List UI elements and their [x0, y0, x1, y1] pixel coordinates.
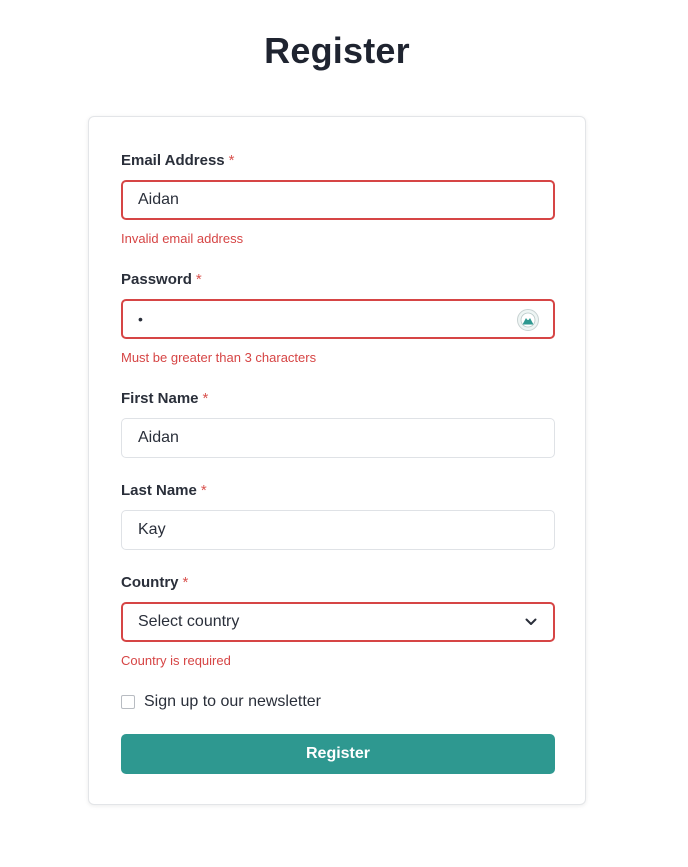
- register-form-card: Email Address * Aidan Invalid email addre…: [88, 116, 586, 805]
- email-field[interactable]: Aidan: [121, 180, 555, 220]
- password-field-value: •: [138, 311, 143, 327]
- email-field-value: Aidan: [138, 191, 179, 208]
- last-name-label: Last Name *: [121, 482, 207, 499]
- first-name-required-mark: *: [202, 390, 209, 407]
- email-label-text: Email Address: [121, 152, 225, 169]
- last-name-field[interactable]: Kay: [121, 510, 555, 550]
- page-title: Register: [264, 30, 410, 71]
- email-label: Email Address *: [121, 152, 235, 169]
- country-select-value: Select country: [138, 613, 240, 630]
- country-required-mark: *: [182, 574, 189, 591]
- first-name-label-text: First Name: [121, 390, 199, 407]
- password-required-mark: *: [195, 271, 202, 288]
- password-error-message: Must be greater than 3 characters: [121, 350, 317, 365]
- first-name-field[interactable]: Aidan: [121, 418, 555, 458]
- last-name-required-mark: *: [200, 482, 207, 499]
- country-error-message: Country is required: [121, 653, 231, 668]
- country-select[interactable]: Select country: [121, 602, 555, 642]
- email-required-mark: *: [228, 152, 235, 169]
- password-manager-icon[interactable]: [517, 309, 539, 331]
- newsletter-option[interactable]: Sign up to our newsletter: [121, 693, 321, 711]
- email-error-message: Invalid email address: [121, 231, 244, 246]
- chevron-down-icon: [524, 615, 538, 629]
- register-page: Register Email Address * Aidan Invalid em…: [0, 0, 688, 867]
- newsletter-label: Sign up to our newsletter: [144, 693, 321, 710]
- newsletter-checkbox[interactable]: [121, 695, 135, 709]
- password-label: Password *: [121, 271, 202, 288]
- first-name-label: First Name *: [121, 390, 208, 407]
- last-name-label-text: Last Name: [121, 482, 197, 499]
- country-label: Country *: [121, 574, 188, 591]
- country-label-text: Country: [121, 574, 179, 591]
- first-name-field-value: Aidan: [138, 429, 179, 446]
- password-label-text: Password: [121, 271, 192, 288]
- password-field[interactable]: •: [121, 299, 555, 339]
- register-button[interactable]: Register: [121, 734, 555, 774]
- last-name-field-value: Kay: [138, 521, 166, 538]
